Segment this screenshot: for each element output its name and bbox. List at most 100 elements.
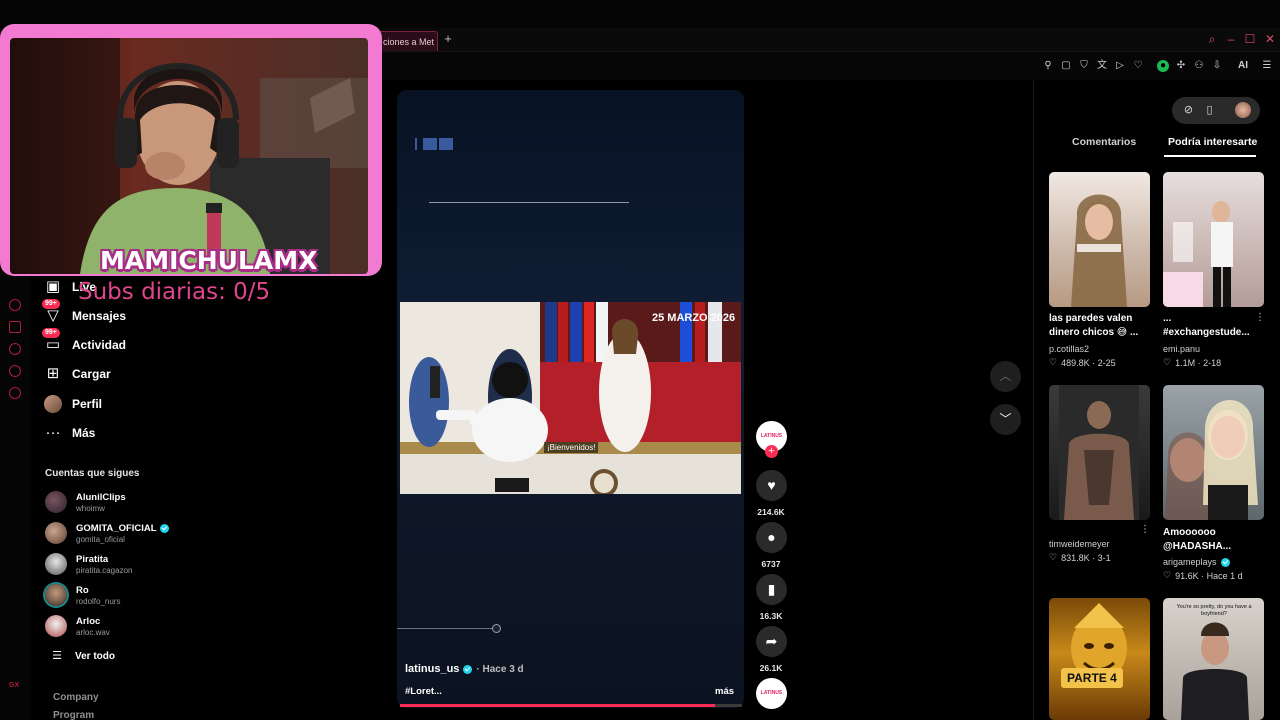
follow-plus-button[interactable]: + [765,445,778,458]
video-progress-fill [400,704,715,707]
see-all-link[interactable]: ☰ Ver todo [48,645,115,667]
user-avatar[interactable] [1235,102,1251,118]
thumbnail-overlay-text: You're so pretty, do you have a boyfrien… [1176,604,1252,617]
share-button[interactable]: ➦ [756,626,787,657]
recommended-thumbnail[interactable] [1163,172,1264,307]
like-button[interactable]: ♥ [756,470,787,501]
following-item[interactable]: AlunilClips whoimw [45,489,126,515]
menu-icon[interactable]: ☰ [1261,60,1273,72]
recommended-title[interactable]: Amoooooo @HADASHA... [1163,526,1258,554]
recommended-user[interactable]: arigameplays [1163,557,1217,567]
comment-count: 6737 [761,559,781,569]
translate-icon[interactable]: 文 [1096,60,1108,72]
extension-icon[interactable]: ● [1157,60,1169,72]
maximize-icon[interactable]: ☐ [1244,33,1256,45]
phone-icon[interactable]: ▯ [1203,104,1216,117]
video-time: · Hace 3 d [476,663,524,675]
recommended-stats-text: 91.6K · Hace 1 d [1175,570,1243,581]
puzzle-icon[interactable]: ✣ [1175,60,1187,72]
pin-icon[interactable]: ⚲ [1042,60,1054,72]
minimize-icon[interactable]: – [1225,33,1237,45]
seek-handle[interactable] [492,624,501,633]
recommended-user[interactable]: timweidemeyer [1049,539,1110,549]
verified-icon [463,664,473,674]
recommended-stats: ♡ 831.8K · 3-1 [1049,552,1111,563]
heart-icon[interactable]: ♡ [1132,60,1144,72]
activity-badge: 99+ [42,328,60,338]
recommended-stats-text: 1.1M · 2-18 [1175,357,1222,368]
nav-messages[interactable]: ▽ 99+ Mensajes [42,299,127,327]
nav-activity-label: Actividad [72,338,127,352]
play-icon[interactable]: ▷ [1114,60,1126,72]
recommended-thumbnail[interactable]: PARTE 4 [1049,598,1150,720]
video-player[interactable]: 25 MARZO 2026 ¡Bienvenidos! [397,90,744,708]
recommended-title[interactable]: las paredes valen dinero chicos 😅 ... [1049,312,1144,340]
gx-mail-icon[interactable] [9,321,21,333]
tab-recommended[interactable]: Podría interesarte [1168,136,1257,148]
chevron-up-icon: ︿ [999,369,1012,383]
recommended-thumbnail[interactable]: You're so pretty, do you have a boyfrien… [1163,598,1264,720]
more-options-icon[interactable]: ⋮ [1255,312,1265,323]
tab-comments[interactable]: Comentarios [1072,136,1136,148]
gx-settings-icon[interactable] [9,387,21,399]
following-item[interactable]: Ro rodolfo_nurs [45,582,120,608]
subs-counter: Subs diarias: 0/5 [78,279,271,305]
recommended-user-row[interactable]: arigameplays [1163,557,1230,567]
footer-program[interactable]: Program [53,710,94,720]
nav-more[interactable]: ··· Más [44,422,96,444]
video-top-graphic [415,138,455,150]
recommended-thumbnail[interactable] [1163,385,1264,520]
active-tab-indicator [1164,155,1256,157]
comment-button[interactable]: ● [756,522,787,553]
recommended-thumbnail[interactable] [1049,172,1150,307]
messages-badge: 99+ [42,299,60,309]
search-tabs-icon[interactable]: ⌕ [1206,33,1218,45]
recommended-title[interactable]: ... #exchangestude... [1163,312,1258,340]
video-frame: 25 MARZO 2026 ¡Bienvenidos! [400,302,741,494]
more-options-icon[interactable]: ⋮ [1140,524,1150,535]
account-icon[interactable]: ⚇ [1193,60,1205,72]
previous-video-button[interactable]: ︿ [990,361,1021,392]
nav-upload[interactable]: ⊞ Cargar [44,363,111,385]
following-item[interactable]: Arloc arloc.wav [45,613,110,639]
recommended-user[interactable]: p.cotillas2 [1049,344,1089,354]
following-name: AlunilClips [76,491,126,503]
gx-player-icon[interactable] [9,299,21,311]
author-name[interactable]: latinus_us [405,663,459,675]
video-author[interactable]: latinus_us · Hace 3 d [405,663,524,675]
recommended-thumbnail[interactable] [1049,385,1150,520]
seek-track[interactable] [397,628,497,629]
following-item[interactable]: GOMITA_OFICIAL gomita_oficial [45,520,169,546]
new-tab-button[interactable]: + [442,32,454,46]
webcam-overlay [0,24,382,276]
nav-activity[interactable]: ▭ 99+ Actividad [42,328,127,356]
next-video-button[interactable]: ﹀ [990,404,1021,435]
share-count: 26.1K [759,663,783,673]
video-progress[interactable] [400,704,742,707]
save-button[interactable]: ▮ [756,574,787,605]
share-icon: ➦ [765,633,778,649]
gx-clock-icon[interactable] [9,343,21,355]
download-icon[interactable]: ⇩ [1211,60,1223,72]
following-item[interactable]: Piratita piratita.cagazon [45,551,132,577]
live-icon: ▣ [45,278,61,295]
compass-icon[interactable]: ⊘ [1182,104,1195,117]
nav-messages-label: Mensajes [72,309,127,323]
profile-avatar [44,395,62,413]
footer-company[interactable]: Company [53,692,99,703]
recommended-user[interactable]: emi.panu [1163,344,1200,354]
activity-icon: ▭ 99+ [42,328,62,354]
snapshot-icon[interactable]: ▢ [1060,60,1072,72]
video-description[interactable]: #Loret... [405,686,442,697]
more-button[interactable]: más [715,686,734,697]
ai-button[interactable]: AI [1232,60,1254,72]
nav-profile[interactable]: Perfil [44,393,102,415]
following-name: GOMITA_OFICIAL [76,522,157,534]
nav-upload-label: Cargar [72,367,111,381]
gx-cube-icon[interactable] [9,365,21,377]
close-window-icon[interactable]: ✕ [1264,33,1276,45]
shield-icon[interactable]: ⛉ [1078,60,1090,72]
recommended-stats-text: 831.8K · 3-1 [1061,552,1111,563]
sound-disc[interactable]: LATINUS [756,678,787,709]
thumbnail-image [1071,603,1127,682]
